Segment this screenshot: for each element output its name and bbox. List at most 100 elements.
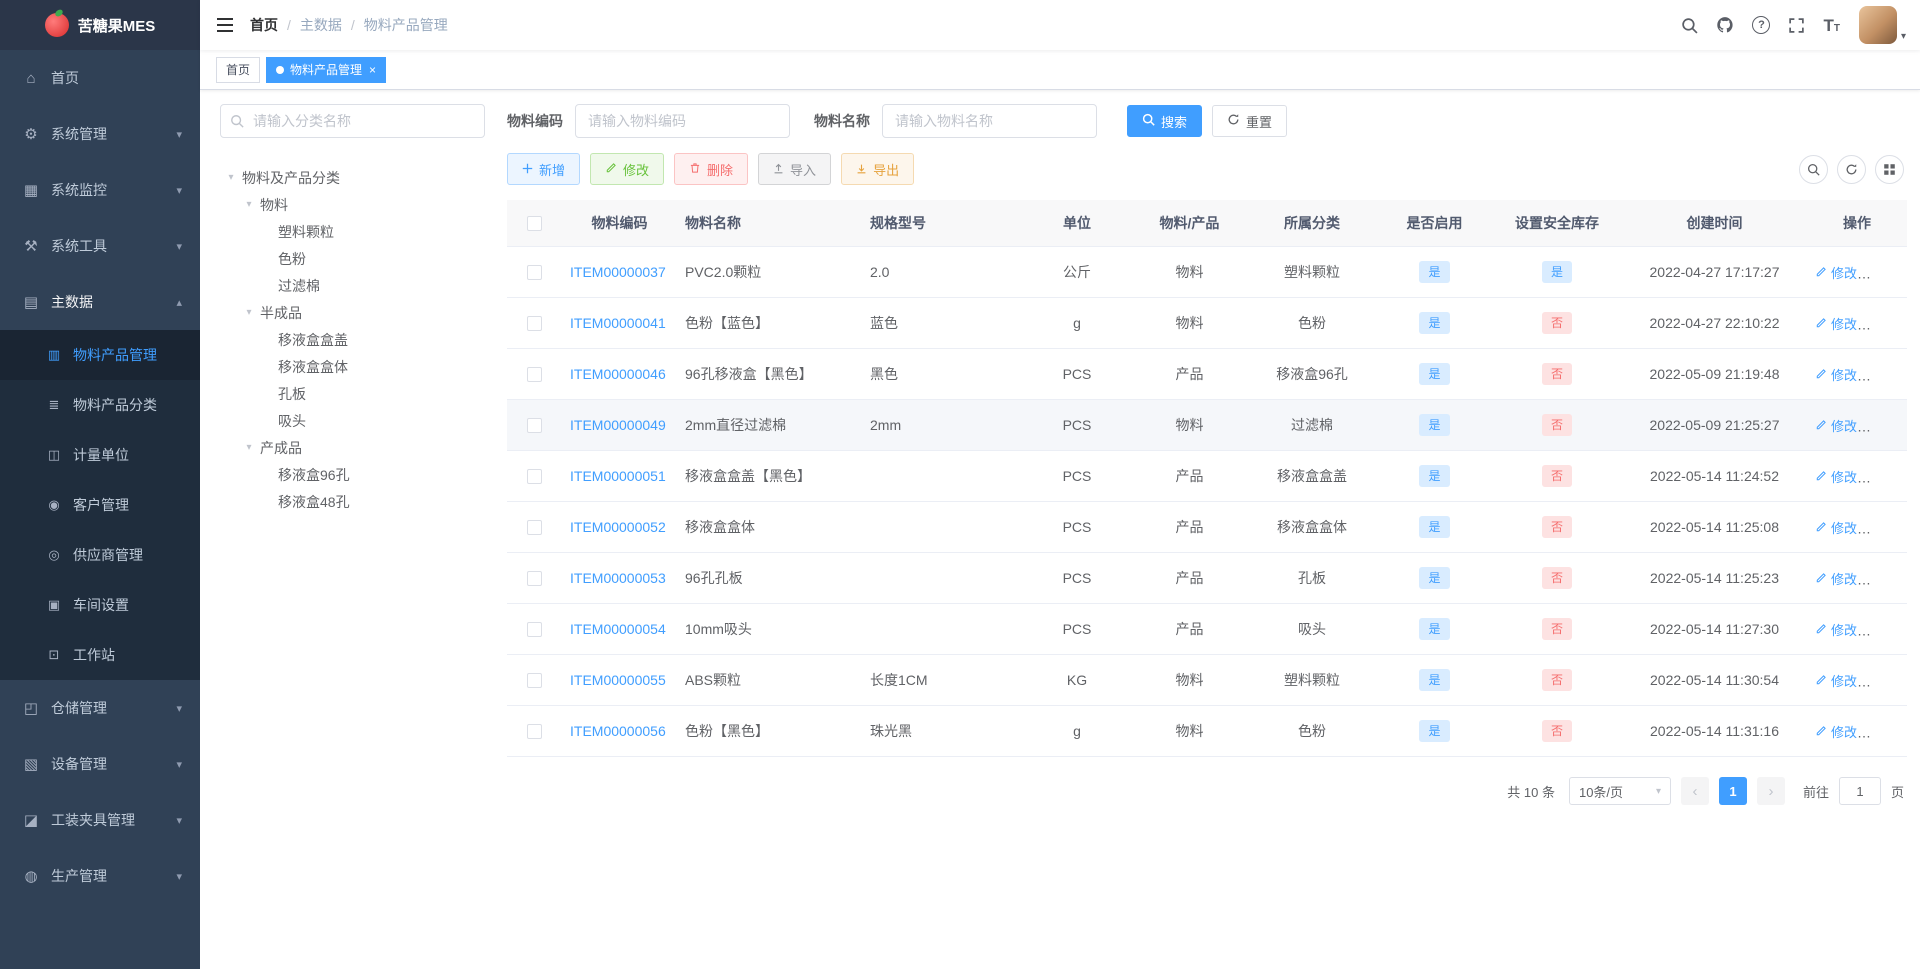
filter-input[interactable] <box>882 104 1097 138</box>
font-size-icon[interactable]: TT <box>1814 0 1849 50</box>
import-button[interactable]: 导入 <box>758 153 832 185</box>
row-checkbox[interactable] <box>527 622 542 638</box>
select-all-checkbox[interactable] <box>527 216 542 232</box>
row-checkbox[interactable] <box>527 673 542 689</box>
reset-button[interactable]: 重置 <box>1212 105 1288 137</box>
app-logo[interactable]: 苦糖果MES <box>0 0 200 50</box>
breadcrumb-item[interactable]: 主数据 <box>300 15 342 35</box>
goto-page-input[interactable] <box>1838 777 1881 805</box>
edit-button[interactable]: 修改 <box>1815 569 1857 588</box>
add-button[interactable]: 新增 <box>507 153 581 185</box>
sidebar-item-home[interactable]: ⌂ 首页 <box>0 50 200 106</box>
delete-button[interactable]: 删除 <box>1869 467 1907 486</box>
tab-item[interactable]: 首页 <box>216 56 261 83</box>
material-code-link[interactable]: ITEM00000053 <box>570 570 666 586</box>
github-icon[interactable] <box>1707 0 1743 50</box>
row-checkbox[interactable] <box>527 469 542 485</box>
tree-node[interactable]: 塑料颗粒 <box>220 218 485 245</box>
toggle-search-button[interactable] <box>1799 154 1828 184</box>
next-page-button[interactable]: › <box>1756 777 1785 805</box>
sidebar-item-system-tools[interactable]: ⚒ 系统工具 ▾ <box>0 218 200 274</box>
sidebar-item-material-product-management[interactable]: ▥ 物料产品管理 <box>0 330 200 380</box>
delete-button[interactable]: 删除 <box>1869 620 1907 639</box>
page-number-button[interactable]: 1 <box>1718 777 1747 805</box>
material-code-link[interactable]: ITEM00000037 <box>570 264 666 280</box>
tree-node[interactable]: 吸头 <box>220 407 485 434</box>
delete-button[interactable]: 删除 <box>674 153 749 185</box>
material-code-link[interactable]: ITEM00000041 <box>570 315 666 331</box>
delete-button[interactable]: 删除 <box>1869 569 1907 588</box>
edit-button[interactable]: 修改 <box>1815 314 1857 333</box>
tree-node[interactable]: 孔板 <box>220 380 485 407</box>
edit-button[interactable]: 修改 <box>1815 467 1857 486</box>
edit-button[interactable]: 修改 <box>1815 722 1857 741</box>
category-search-input[interactable] <box>220 104 485 138</box>
caret-down-icon[interactable]: ▾ <box>1901 31 1906 42</box>
edit-button[interactable]: 修改 <box>1815 518 1857 537</box>
sidebar-item-customer-management[interactable]: ◉ 客户管理 <box>0 480 200 530</box>
delete-button[interactable]: 删除 <box>1869 416 1907 435</box>
hamburger-icon[interactable] <box>200 18 250 32</box>
sidebar-item-warehouse-management[interactable]: ◰ 仓储管理 ▾ <box>0 680 200 736</box>
sidebar-item-production-management[interactable]: ◍ 生产管理 ▾ <box>0 848 200 904</box>
delete-button[interactable]: 删除 <box>1869 314 1907 333</box>
material-code-link[interactable]: ITEM00000056 <box>570 723 666 739</box>
material-code-link[interactable]: ITEM00000052 <box>570 519 666 535</box>
sidebar-item-workstation[interactable]: ⊡ 工作站 <box>0 630 200 680</box>
delete-button[interactable]: 删除 <box>1869 518 1907 537</box>
delete-button[interactable]: 删除 <box>1869 263 1907 282</box>
sidebar-item-material-product-category[interactable]: ≣ 物料产品分类 <box>0 380 200 430</box>
tab-active[interactable]: 物料产品管理 × <box>266 56 387 83</box>
close-icon[interactable]: × <box>369 64 376 76</box>
tree-node[interactable]: 移液盒96孔 <box>220 461 485 488</box>
sidebar-item-equipment-management[interactable]: ▧ 设备管理 ▾ <box>0 736 200 792</box>
tree-node[interactable]: ▾ 半成品 <box>220 299 485 326</box>
material-code-link[interactable]: ITEM00000054 <box>570 621 666 637</box>
tree-node[interactable]: ▾ 产成品 <box>220 434 485 461</box>
help-icon[interactable]: ? <box>1743 0 1779 50</box>
tree-node[interactable]: 移液盒盒盖 <box>220 326 485 353</box>
sidebar-item-measure-unit[interactable]: ◫ 计量单位 <box>0 430 200 480</box>
material-code-link[interactable]: ITEM00000049 <box>570 417 666 433</box>
tree-node[interactable]: ▾ 物料 <box>220 191 485 218</box>
row-checkbox[interactable] <box>527 724 542 740</box>
delete-button[interactable]: 删除 <box>1869 722 1907 741</box>
material-code-link[interactable]: ITEM00000051 <box>570 468 666 484</box>
row-checkbox[interactable] <box>527 520 542 536</box>
row-checkbox[interactable] <box>527 367 542 383</box>
sidebar-item-master-data[interactable]: ▤ 主数据 ▴ <box>0 274 200 330</box>
columns-button[interactable] <box>1875 154 1904 184</box>
row-checkbox[interactable] <box>527 418 542 434</box>
delete-button[interactable]: 删除 <box>1869 365 1907 384</box>
sidebar-item-fixture-management[interactable]: ◪ 工装夹具管理 ▾ <box>0 792 200 848</box>
search-button[interactable]: 搜索 <box>1127 105 1203 137</box>
sidebar-item-system-monitor[interactable]: ▦ 系统监控 ▾ <box>0 162 200 218</box>
material-code-link[interactable]: ITEM00000055 <box>570 672 666 688</box>
row-checkbox[interactable] <box>527 265 542 281</box>
row-checkbox[interactable] <box>527 571 542 587</box>
material-code-link[interactable]: ITEM00000046 <box>570 366 666 382</box>
fullscreen-icon[interactable] <box>1779 0 1814 50</box>
page-size-select[interactable]: 10条/页 ▾ <box>1568 777 1671 805</box>
breadcrumb-item[interactable]: 首页 <box>250 15 278 35</box>
row-checkbox[interactable] <box>527 316 542 332</box>
sidebar-item-supplier-management[interactable]: ◎ 供应商管理 <box>0 530 200 580</box>
edit-button[interactable]: 修改 <box>1815 416 1857 435</box>
filter-input[interactable] <box>575 104 790 138</box>
sidebar-item-workshop-settings[interactable]: ▣ 车间设置 <box>0 580 200 630</box>
prev-page-button[interactable]: ‹ <box>1680 777 1709 805</box>
export-button[interactable]: 导出 <box>841 153 915 185</box>
avatar[interactable] <box>1858 6 1897 44</box>
edit-button[interactable]: 修改 <box>1815 671 1857 690</box>
edit-button[interactable]: 修改 <box>590 153 665 185</box>
edit-button[interactable]: 修改 <box>1815 620 1857 639</box>
tree-node[interactable]: 色粉 <box>220 245 485 272</box>
tree-node[interactable]: ▾ 物料及产品分类 <box>220 164 485 191</box>
tree-node[interactable]: 移液盒盒体 <box>220 353 485 380</box>
tree-node[interactable]: 移液盒48孔 <box>220 488 485 515</box>
delete-button[interactable]: 删除 <box>1869 671 1907 690</box>
tree-node[interactable]: 过滤棉 <box>220 272 485 299</box>
edit-button[interactable]: 修改 <box>1815 263 1857 282</box>
refresh-button[interactable] <box>1837 154 1866 184</box>
sidebar-item-system-management[interactable]: ⚙ 系统管理 ▾ <box>0 106 200 162</box>
